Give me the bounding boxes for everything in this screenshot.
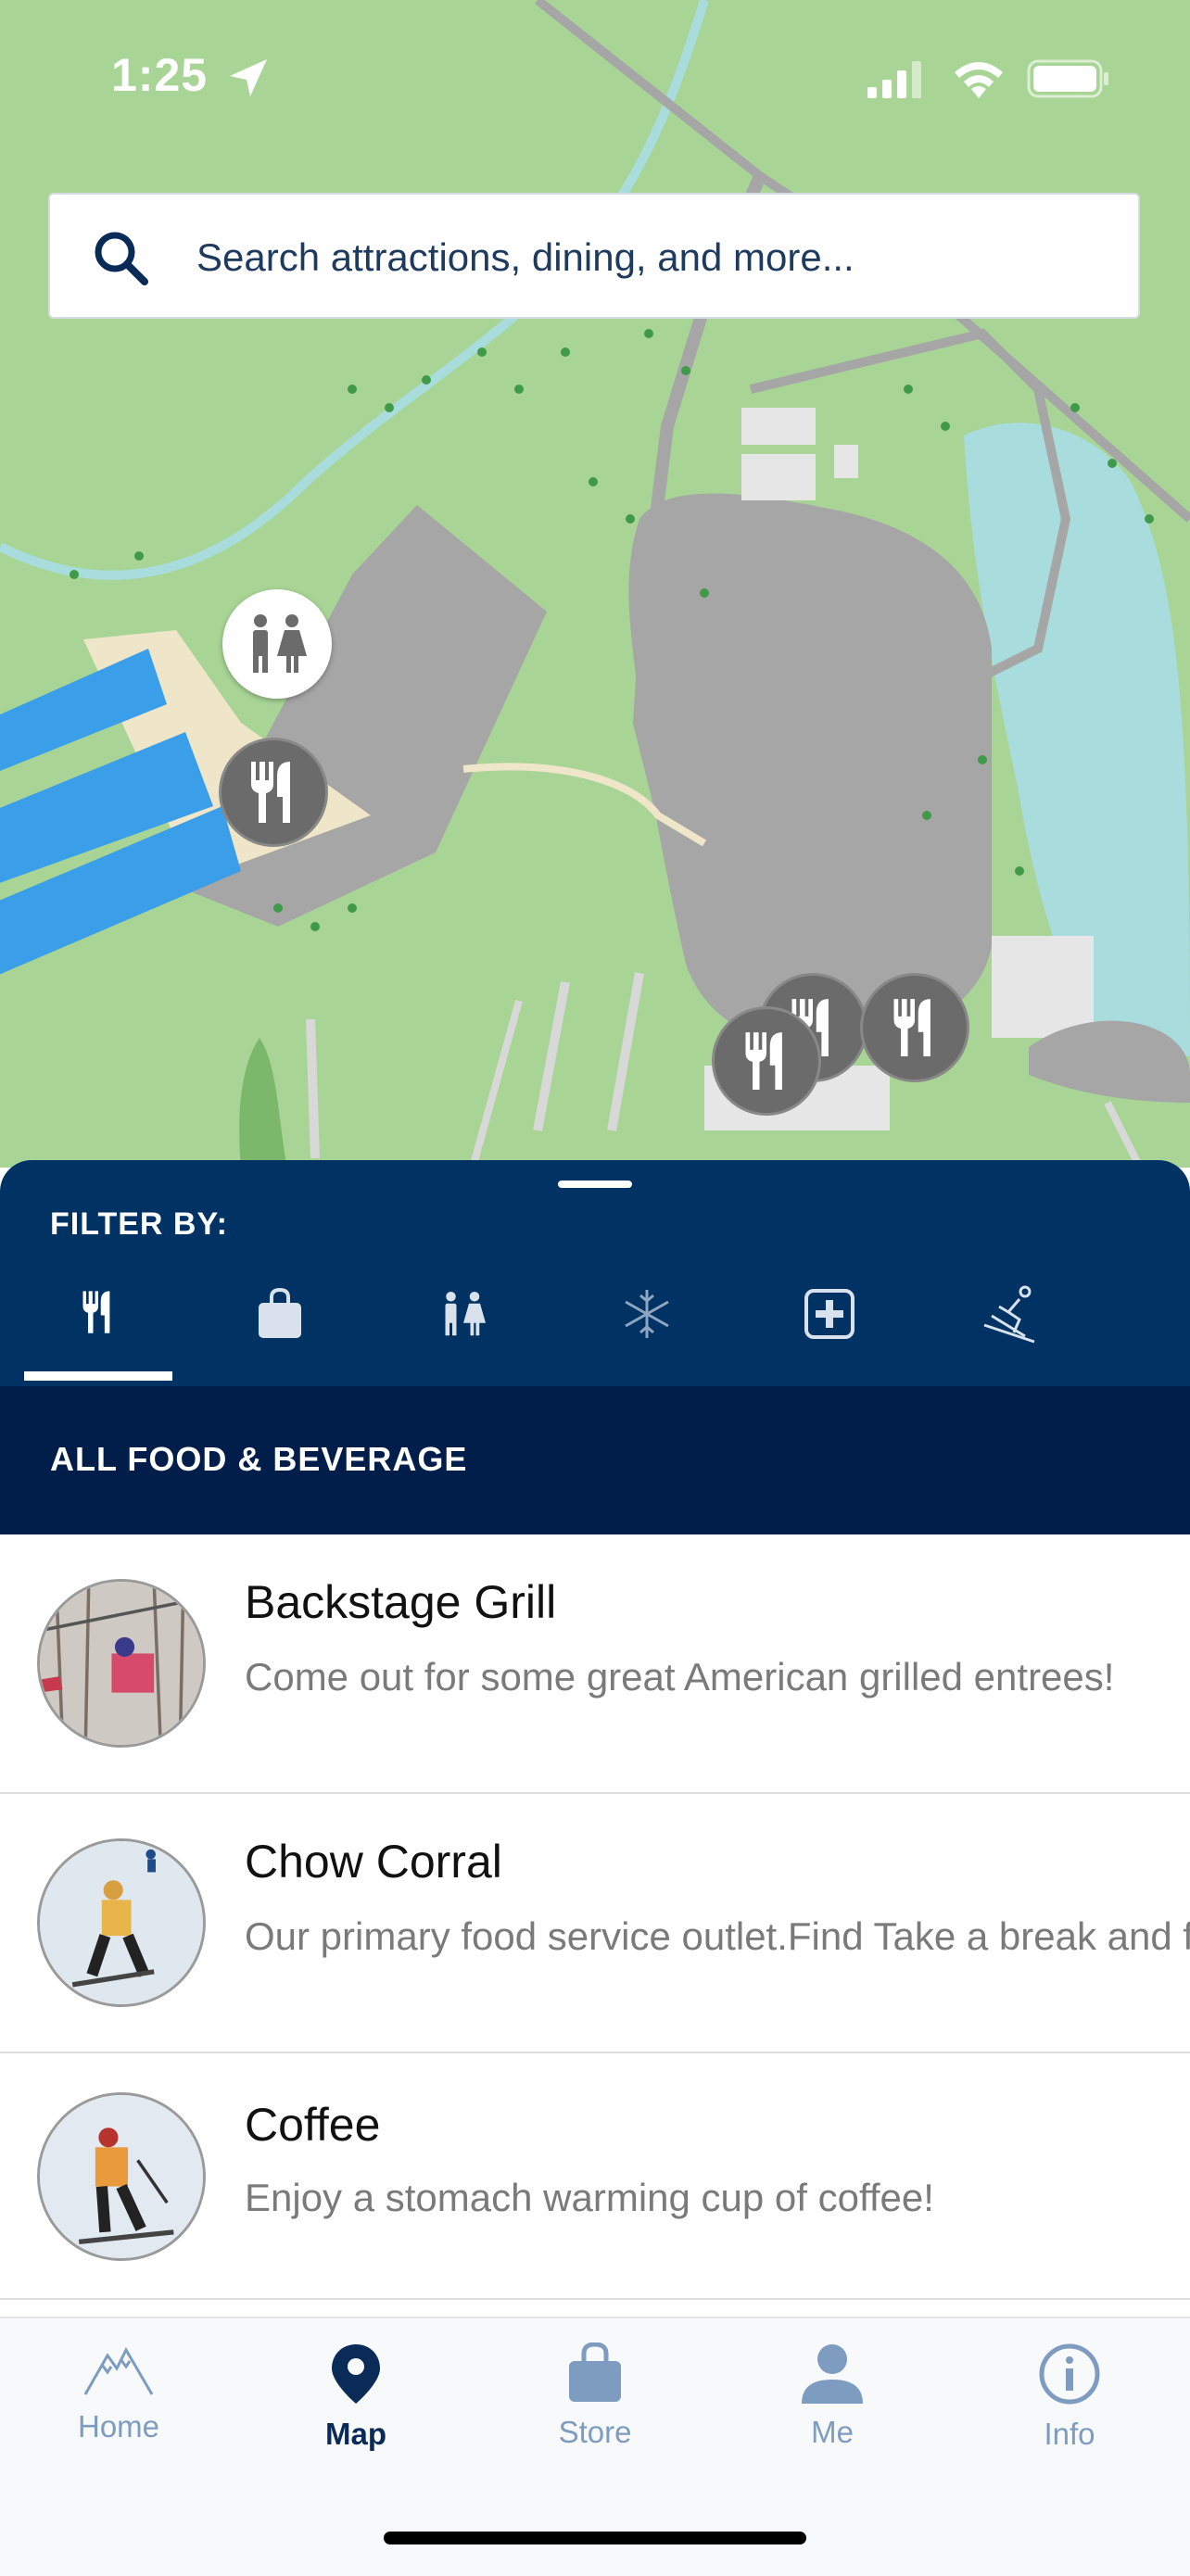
filter-tab-lifts[interactable] [938,1269,1086,1386]
tab-label: Store [558,2415,632,2449]
tab-home[interactable]: Home [0,2342,237,2491]
battery-icon [1027,59,1108,98]
resort-map[interactable] [0,0,1190,1169]
food-list: Backstage Grill Come out for some great … [0,1534,1190,2300]
wifi-icon [955,62,1003,98]
filter-tabs [0,1269,1190,1386]
skier-photo [40,2095,203,2258]
search-bar[interactable] [48,193,1140,319]
item-name: Backstage Grill [245,1576,557,1628]
restroom-map-pin[interactable] [222,589,332,699]
search-icon [95,232,148,285]
restroom-icon [253,614,307,673]
status-bar: 1:25 [0,0,1190,158]
skier-icon [983,1285,1035,1344]
tab-map[interactable]: Map [237,2342,475,2491]
item-thumbnail [37,2092,206,2261]
first-aid-icon [804,1289,855,1339]
snowflake-icon [625,1290,669,1338]
skier-photo [40,1841,203,2004]
item-thumbnail [37,1838,206,2007]
category-header: ALL FOOD & BEVERAGE [0,1386,1190,1534]
dining-map-pin[interactable] [219,738,328,847]
list-item[interactable]: Backstage Grill Come out for some great … [0,1534,1190,1794]
filter-tab-snow[interactable] [573,1269,721,1386]
chairlift-photo [40,1582,203,1745]
item-description: Come out for some great American grilled… [245,1655,1115,1698]
more-icon [1175,1286,1190,1342]
list-item[interactable]: Chow Corral Our primary food service out… [0,1794,1190,2053]
item-thumbnail [37,1579,206,1748]
filter-tab-more[interactable] [1120,1269,1190,1386]
tab-label: Home [77,2409,160,2443]
list-item[interactable]: Coffee Enjoy a stomach warming cup of co… [0,2053,1190,2300]
map-pin-icon [332,2344,380,2404]
filter-header: FILTER BY: [0,1160,1190,1386]
item-description: Enjoy a stomach warming cup of coffee! [245,2176,934,2219]
location-arrow-icon [230,59,267,96]
item-name: Coffee [245,2099,381,2151]
item-name: Chow Corral [245,1836,502,1888]
shopping-bag-icon [259,1288,301,1338]
fork-knife-icon [251,762,290,823]
tab-store[interactable]: Store [476,2342,714,2491]
tab-me[interactable]: Me [714,2342,951,2491]
tab-label: Map [325,2417,386,2451]
person-icon [802,2344,863,2404]
dining-map-pin[interactable] [860,973,969,1082]
fork-knife-icon [82,1291,110,1333]
restroom-icon [445,1292,486,1336]
filter-tab-dining[interactable] [24,1269,172,1386]
dining-map-pin[interactable] [712,1006,821,1116]
tab-info[interactable]: Info [951,2342,1188,2491]
map-canvas[interactable] [0,0,1190,1169]
tab-label: Info [1044,2417,1095,2451]
home-indicator[interactable] [384,2532,806,2544]
shopping-bag-icon [569,2342,621,2402]
info-icon [1039,2343,1100,2405]
item-description: Our primary food service outlet.Find Tak… [245,1914,1190,1958]
mountain-icon [83,2346,154,2395]
fork-knife-icon [893,999,930,1056]
status-time: 1:25 [111,49,209,101]
filter-tab-restrooms[interactable] [389,1269,538,1386]
filter-label: FILTER BY: [50,1206,228,1242]
filter-tab-first-aid[interactable] [755,1269,904,1386]
fork-knife-icon [745,1032,782,1090]
sheet-drag-handle[interactable] [558,1181,632,1188]
tab-label: Me [811,2415,854,2449]
filter-tab-shopping[interactable] [206,1269,354,1386]
category-title: ALL FOOD & BEVERAGE [50,1440,468,1478]
cellular-signal-icon [867,61,921,98]
search-input[interactable] [196,222,1105,293]
